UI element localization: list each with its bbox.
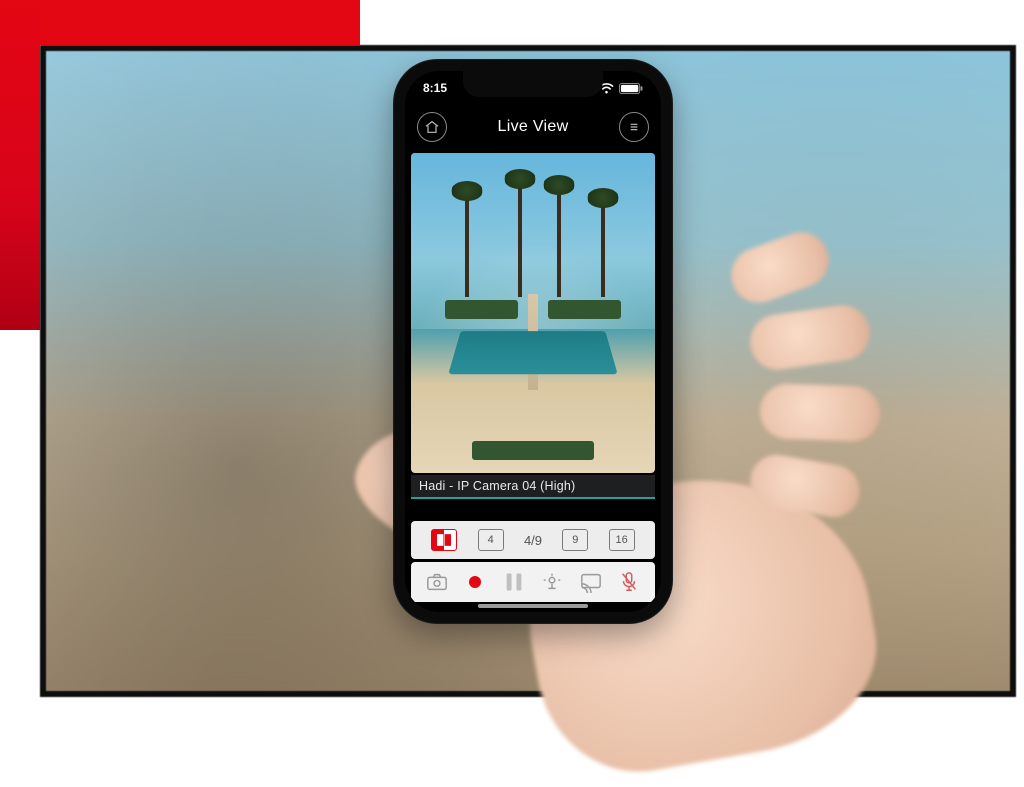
scene-palm-tree xyxy=(465,191,469,297)
page-title: Live View xyxy=(498,118,569,136)
decorative-red-bar-top xyxy=(0,0,360,45)
phone-frame: 8:15 Live View xyxy=(393,59,673,624)
layout-16up-button[interactable]: 16 xyxy=(609,529,635,551)
scene-hedge xyxy=(548,300,621,319)
cast-button[interactable] xyxy=(578,570,604,594)
bottom-toolbar xyxy=(411,562,655,602)
battery-icon xyxy=(619,83,643,94)
snapshot-button[interactable] xyxy=(424,570,450,594)
layout-ratio-label: 4/9 xyxy=(524,533,542,548)
mic-button[interactable] xyxy=(616,570,642,594)
home-indicator[interactable] xyxy=(478,604,588,608)
pause-button[interactable] xyxy=(501,570,527,594)
scene-palm-tree xyxy=(518,179,522,297)
camera-name-label: Hadi - IP Camera 04 (High) xyxy=(411,475,655,499)
scene-pool xyxy=(448,332,618,375)
scene-hedge xyxy=(472,441,594,460)
menu-button[interactable] xyxy=(619,112,649,142)
layout-9up-button[interactable]: 9 xyxy=(562,529,588,551)
scene-palm-tree xyxy=(557,185,561,297)
decorative-red-bar-left xyxy=(0,0,40,330)
scene-hedge xyxy=(445,300,518,319)
layout-1up-button[interactable] xyxy=(431,529,457,551)
scene-palm-tree xyxy=(601,198,605,297)
status-time: 8:15 xyxy=(423,81,447,95)
layout-4up-button[interactable]: 4 xyxy=(478,529,504,551)
phone-screen: 8:15 Live View xyxy=(405,71,661,612)
home-button[interactable] xyxy=(417,112,447,142)
ptz-button[interactable] xyxy=(539,570,565,594)
phone-notch xyxy=(463,71,603,97)
layout-selector-row: 4 4/9 9 16 xyxy=(411,521,655,559)
camera-live-feed[interactable] xyxy=(411,153,655,473)
record-button[interactable] xyxy=(462,570,488,594)
app-header: Live View xyxy=(405,105,661,149)
